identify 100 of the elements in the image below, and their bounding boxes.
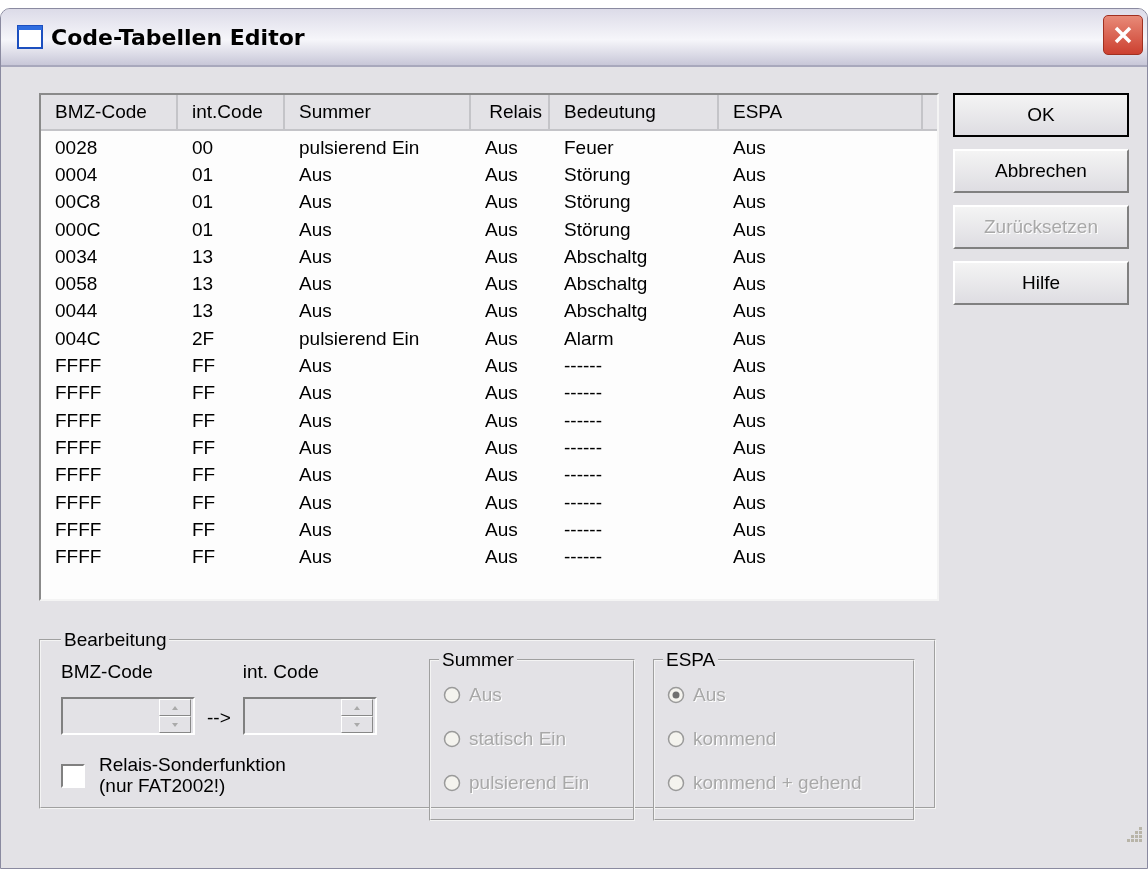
table-cell: ------ [564, 409, 602, 431]
table-cell: Aus [733, 409, 766, 431]
table-cell: Aus [733, 327, 766, 349]
radio-label: kommend [693, 728, 777, 750]
table-cell: Aus [485, 245, 518, 267]
table-cell: Abschaltg [564, 300, 648, 322]
table-cell: FFFF [55, 491, 102, 513]
table-cell: 0034 [55, 245, 98, 267]
table-cell: 01 [192, 191, 214, 213]
table-cell: FF [192, 491, 216, 513]
table-cell: FF [192, 409, 216, 431]
table-cell: Störung [564, 163, 631, 185]
table-cell: ------ [564, 436, 602, 458]
table-cell: FFFF [55, 355, 102, 376]
column-header[interactable]: int.Code [178, 95, 285, 131]
table-cell: Aus [485, 273, 518, 295]
table-cell: Aus [733, 300, 766, 322]
checkbox-label: (nur FAT2002!) [99, 775, 227, 797]
table-cell: FFFF [55, 464, 102, 486]
table-cell: 0058 [55, 273, 98, 295]
column-header[interactable]: Relais [471, 95, 550, 131]
table-cell: Aus [485, 163, 518, 185]
dialog-button[interactable]: Abbrechen [952, 149, 1129, 193]
resize-grip-icon[interactable] [1127, 827, 1143, 843]
table-cell: FFFF [55, 546, 102, 568]
table-cell: Aus [485, 518, 518, 540]
table-cell: Aus [299, 546, 332, 568]
arrow-text: --> [207, 707, 231, 730]
table-cell: 004C [55, 327, 101, 349]
table-cell: FFFF [55, 518, 102, 540]
table-cell: Aus [733, 163, 766, 185]
table-cell: pulsierend Ein [299, 327, 420, 349]
table-cell: ------ [564, 518, 602, 540]
table-cell: Aus [485, 300, 518, 322]
table-cell: FFFF [55, 382, 102, 404]
spin-down-icon [353, 722, 360, 727]
radio-label: pulsierend Ein [469, 772, 590, 794]
table-cell: Aus [485, 491, 518, 513]
table-cell: Störung [564, 191, 631, 213]
table-cell: 01 [192, 163, 214, 185]
table-cell: pulsierend Ein [299, 136, 420, 158]
table-cell: Aus [733, 355, 766, 376]
column-header[interactable]: Summer [285, 95, 471, 131]
radio-label: kommend + gehend [693, 772, 862, 794]
group-title: Bearbeitung [63, 629, 168, 651]
table-cell: Aus [299, 300, 332, 322]
table-cell: 2F [192, 327, 215, 349]
spin-up-icon [353, 705, 360, 710]
group-title: Summer [441, 649, 515, 671]
table-cell: Aus [485, 409, 518, 431]
column-header[interactable]: Bedeutung [550, 95, 719, 131]
table-cell: Aus [485, 218, 518, 240]
dialog-button[interactable]: OK [952, 93, 1129, 137]
checkbox[interactable] [61, 763, 85, 788]
table-cell: Aus [485, 355, 518, 376]
table-cell: FF [192, 546, 216, 568]
table-cell: Aus [733, 245, 766, 267]
table-cell: 0004 [55, 163, 98, 185]
table-cell: FF [192, 355, 216, 376]
table-cell: Aus [733, 464, 766, 486]
column-header[interactable]: BMZ-Code [41, 95, 178, 131]
table-cell: Aus [733, 218, 766, 240]
table-cell: 13 [192, 300, 214, 322]
field-label: int. Code [242, 661, 320, 683]
table-cell: Aus [299, 218, 332, 240]
table-cell: FFFF [55, 436, 102, 458]
dialog-button[interactable]: Hilfe [952, 261, 1129, 305]
close-button[interactable] [1103, 15, 1143, 55]
table-cell: ------ [564, 546, 602, 568]
close-icon [1113, 25, 1133, 45]
checkbox-label: Relais-Sonderfunktion [99, 755, 286, 776]
table-cell: Störung [564, 218, 631, 240]
table-cell: ------ [564, 491, 602, 513]
table-cell: Aus [733, 436, 766, 458]
table-cell: Aus [733, 518, 766, 540]
table-cell: FF [192, 464, 216, 486]
table-cell: Aus [299, 491, 332, 513]
radio-label: Aus [469, 684, 502, 706]
table-cell: Abschaltg [564, 245, 648, 267]
table-cell: Aus [299, 464, 332, 486]
spin-up-icon [172, 705, 178, 710]
table-cell: Aus [299, 409, 332, 431]
table-cell: 13 [192, 273, 214, 295]
table-cell: Aus [485, 464, 518, 486]
table-cell: ------ [564, 464, 602, 486]
table-cell: ------ [564, 355, 602, 376]
table-cell: 0044 [55, 300, 98, 322]
table-cell: Aus [299, 163, 332, 185]
table-cell: Feuer [564, 136, 614, 158]
column-header[interactable]: ESPA [719, 95, 923, 131]
table-cell: Aus [299, 436, 332, 458]
radio-label: Aus [693, 684, 726, 706]
radio-label: statisch Ein [469, 728, 567, 750]
table-cell: Aus [485, 382, 518, 404]
table-cell: ------ [564, 382, 602, 404]
table-cell: Aus [485, 136, 518, 158]
field-label: BMZ-Code [61, 661, 154, 683]
table-cell: 00 [192, 136, 214, 158]
column-header-filler [923, 95, 937, 131]
table-cell: FF [192, 436, 216, 458]
